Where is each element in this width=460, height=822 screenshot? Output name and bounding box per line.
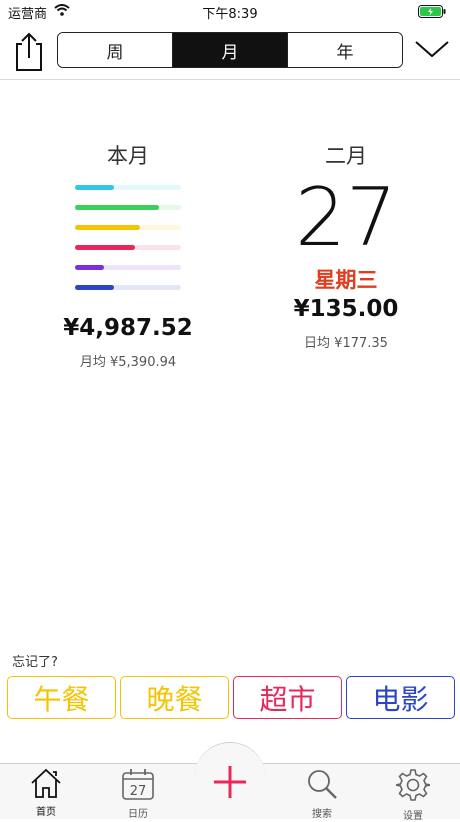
category-bar-track (75, 285, 181, 290)
forgot-label: 忘记了? (12, 655, 58, 670)
category-bar-fill (75, 265, 104, 270)
search-icon (308, 770, 337, 799)
chevron-down-icon (415, 41, 449, 58)
category-bar-track (75, 205, 181, 210)
category-bar-fill (75, 285, 115, 290)
clock: 下午8:39 (202, 7, 258, 22)
segment-year[interactable]: 年 (287, 33, 402, 67)
weekday-label: 星期三 (314, 268, 378, 292)
month-total: ¥4,987.52 (63, 315, 193, 341)
gear-icon (395, 769, 431, 801)
category-bar-fill (75, 185, 115, 190)
tab-settings[interactable]: 设置 (383, 768, 443, 822)
battery-icon (418, 5, 446, 22)
category-bar-fill (75, 205, 159, 210)
category-bar-track (75, 185, 181, 190)
month-summary-title: 本月 (107, 144, 149, 168)
tab-home-label: 首页 (36, 807, 56, 818)
calendar-day-number: 27 (130, 784, 147, 799)
segment-month[interactable]: 月 (172, 33, 287, 67)
plus-icon (214, 766, 246, 798)
category-bar-fill (75, 225, 140, 230)
category-bar-fill (75, 245, 136, 250)
month-summary[interactable]: 本月 ¥4,987.52 月均 ¥5,390.94 (28, 140, 228, 370)
category-bar-track (75, 225, 181, 230)
share-icon (16, 32, 42, 71)
quick-movie-button[interactable]: 电影 (346, 676, 455, 719)
quick-dinner-button[interactable]: 晚餐 (120, 676, 229, 719)
day-summary[interactable]: 二月 27 星期三 ¥135.00 日均 ¥177.35 (246, 140, 446, 351)
month-average: 月均 ¥5,390.94 (79, 355, 177, 370)
quick-add-buttons: 午餐 晚餐 超市 电影 (7, 676, 455, 719)
category-bar-track (75, 245, 181, 250)
collapse-button[interactable] (414, 34, 450, 64)
add-button[interactable] (206, 758, 254, 806)
share-button[interactable] (12, 30, 46, 72)
top-toolbar: 周 月 年 (0, 22, 460, 80)
day-number: 27 (295, 171, 397, 264)
status-bar: 运营商 下午8:39 (0, 0, 460, 22)
tab-settings-label: 设置 (403, 811, 423, 822)
tab-calendar[interactable]: 27 日历 (108, 768, 168, 820)
period-segmented-control: 周 月 年 (57, 32, 403, 68)
home-icon (31, 768, 61, 798)
category-bar-track (75, 265, 181, 270)
day-summary-month: 二月 (325, 144, 367, 168)
quick-supermarket-button[interactable]: 超市 (233, 676, 342, 719)
calendar-icon: 27 (122, 769, 154, 800)
quick-lunch-button[interactable]: 午餐 (7, 676, 116, 719)
category-bars (73, 183, 183, 313)
day-total: ¥135.00 (293, 296, 399, 322)
tab-search[interactable]: 搜索 (292, 768, 352, 820)
day-average: 日均 ¥177.35 (304, 336, 388, 351)
segment-week[interactable]: 周 (58, 33, 172, 67)
tab-home[interactable]: 首页 (16, 768, 76, 818)
